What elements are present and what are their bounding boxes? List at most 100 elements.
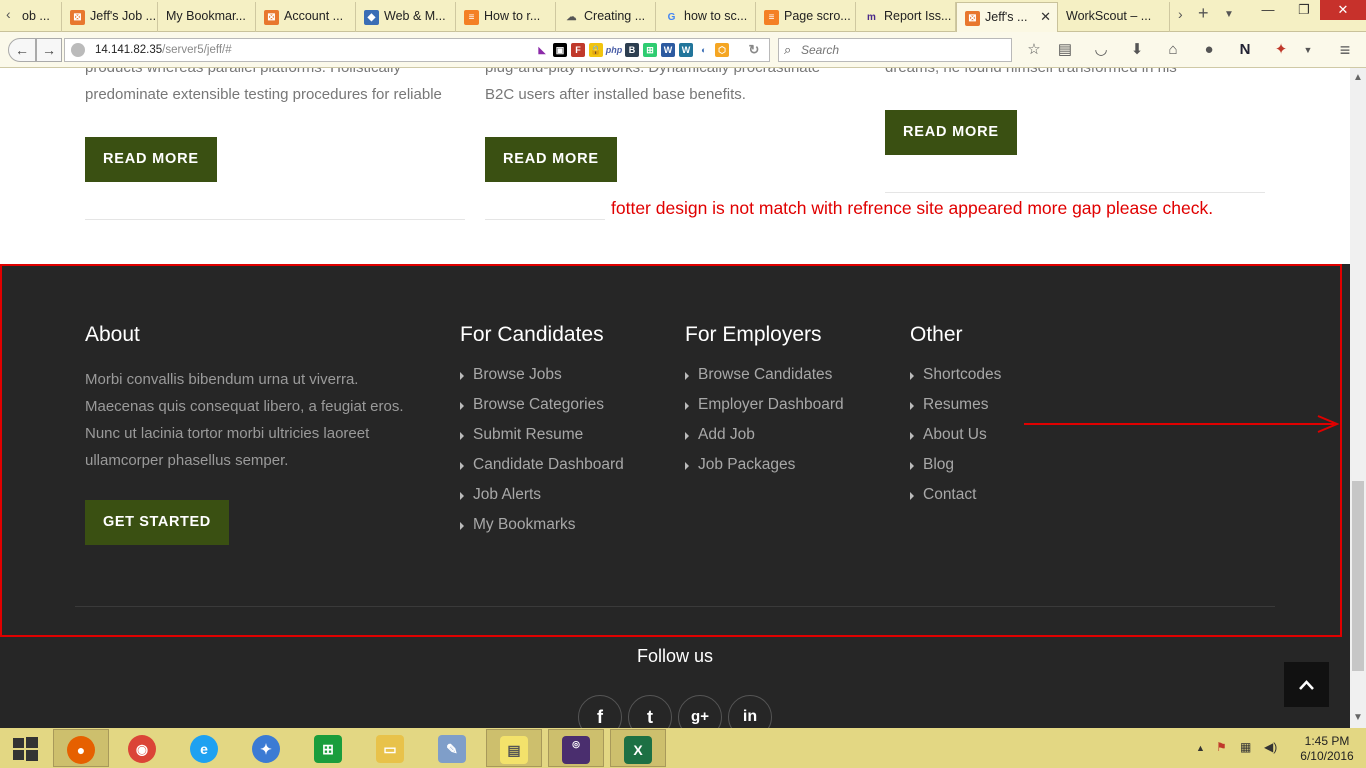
wordpress-icon[interactable]: W xyxy=(679,43,693,57)
tab-list-icon[interactable]: ▼ xyxy=(1224,9,1234,20)
chat-icon[interactable]: ● xyxy=(1199,40,1219,60)
site-info-icon[interactable] xyxy=(71,43,85,57)
excel-taskbar-app[interactable]: X xyxy=(610,729,666,767)
tab-label: Page scro... xyxy=(784,9,851,23)
action-center-icon[interactable]: ⚑ xyxy=(1216,740,1227,754)
addon-icon[interactable]: ⬡ xyxy=(715,43,729,57)
back-to-top-button[interactable] xyxy=(1284,662,1329,707)
divider xyxy=(885,192,1265,193)
tab-4[interactable]: ◆ Web & M... xyxy=(356,2,456,32)
windows-taskbar: ● ◉ e ✦ ⊞ ▭ ✎ ▤ ◎ X ▲ ⚑ ▦ ◀) 1:45 PM 6/1… xyxy=(0,728,1366,768)
excel-icon: X xyxy=(624,736,652,764)
paint-taskbar-app[interactable]: ✎ xyxy=(424,729,480,767)
eclipse-taskbar-app[interactable]: ◎ xyxy=(548,729,604,767)
firefox-taskbar-app[interactable]: ● xyxy=(53,729,109,767)
store-taskbar-app[interactable]: ⊞ xyxy=(300,729,356,767)
address-bar[interactable]: 14.141.82.35/server5/jeff/# ◣ ▣ F 🔒 php … xyxy=(64,38,770,62)
chrome-icon: ◉ xyxy=(128,735,156,763)
scrollbar-thumb[interactable] xyxy=(1352,481,1364,671)
sticky-notes-icon: ▤ xyxy=(500,736,528,764)
start-button[interactable] xyxy=(0,729,50,767)
addon-icon[interactable]: ▣ xyxy=(553,43,567,57)
search-box[interactable]: ⌕ xyxy=(778,38,1012,62)
windows-logo-icon xyxy=(13,737,38,761)
addon-n-icon[interactable]: N xyxy=(1235,40,1255,60)
safari-taskbar-app[interactable]: ✦ xyxy=(238,729,294,767)
bookmark-star-icon[interactable]: ☆ xyxy=(1024,40,1044,60)
sticky-notes-taskbar-app[interactable]: ▤ xyxy=(486,729,542,767)
vertical-scrollbar[interactable]: ▲ ▼ xyxy=(1350,68,1366,728)
ie-taskbar-app[interactable]: e xyxy=(176,729,232,767)
tab-label: How to r... xyxy=(484,9,541,23)
menu-icon[interactable]: ≡ xyxy=(1335,40,1355,60)
volume-icon[interactable]: ◀) xyxy=(1264,740,1277,754)
tab-label: Web & M... xyxy=(384,9,446,23)
scroll-tabs-right-icon[interactable]: › xyxy=(1178,6,1183,22)
reload-icon[interactable]: ↻ xyxy=(747,43,761,57)
tab-7[interactable]: Ghow to sc... xyxy=(656,2,756,32)
new-tab-icon[interactable]: + xyxy=(1198,3,1209,24)
read-more-button[interactable]: READ MORE xyxy=(85,137,217,182)
review-annotation: fotter design is not match with refrence… xyxy=(611,198,1214,218)
system-clock[interactable]: 1:45 PM 6/10/2016 xyxy=(1292,734,1362,764)
divider xyxy=(85,219,465,220)
tab-11[interactable]: WorkScout – ... xyxy=(1058,2,1170,32)
addon-icon[interactable]: ◣ xyxy=(535,43,549,57)
explorer-taskbar-app[interactable]: ▭ xyxy=(362,729,418,767)
lock-icon[interactable]: 🔒 xyxy=(589,43,603,57)
blog-excerpt-1: products whereas parallel platforms. Hol… xyxy=(85,68,442,103)
stack-icon: ≡ xyxy=(464,10,479,25)
search-input[interactable] xyxy=(801,41,1001,59)
addon-icon[interactable]: B xyxy=(625,43,639,57)
tab-label: Report Iss... xyxy=(884,9,952,23)
scroll-down-icon[interactable]: ▼ xyxy=(1353,712,1363,723)
minimize-icon[interactable]: — xyxy=(1250,0,1286,20)
read-more-button[interactable]: READ MORE xyxy=(885,110,1017,155)
cloud-icon: ☁ xyxy=(566,12,577,23)
tab-5[interactable]: ≡ How to r... xyxy=(456,2,556,32)
divider xyxy=(485,219,605,220)
blog-excerpt-3: dreams, he found himself transformed in … xyxy=(885,68,1265,81)
tab-6[interactable]: ☁ Creating ... xyxy=(556,2,656,32)
addon-icon[interactable]: ◐ xyxy=(697,43,711,57)
read-more-button[interactable]: READ MORE xyxy=(485,137,617,182)
home-icon[interactable]: ⌂ xyxy=(1163,40,1183,60)
back-button[interactable]: ← xyxy=(8,38,36,62)
addon-icon[interactable]: W xyxy=(661,43,675,57)
php-icon[interactable]: php xyxy=(605,43,623,57)
tab-3[interactable]: ⊠ Account ... xyxy=(256,2,356,32)
search-icon: ⌕ xyxy=(784,42,792,57)
tab-8[interactable]: ≡ Page scro... xyxy=(756,2,856,32)
windows-icon[interactable]: ⊞ xyxy=(643,43,657,57)
pocket-icon[interactable]: ◡ xyxy=(1091,40,1111,60)
chrome-taskbar-app[interactable]: ◉ xyxy=(114,729,170,767)
navigation-toolbar: ← → 14.141.82.35/server5/jeff/# ◣ ▣ F 🔒 … xyxy=(0,32,1366,68)
scroll-tabs-left-icon[interactable]: ‹ xyxy=(6,6,11,22)
addon-icon[interactable]: ✦ xyxy=(1271,40,1291,60)
folder-icon: ▭ xyxy=(376,735,404,763)
follow-us-heading: Follow us xyxy=(636,646,714,666)
reading-list-icon[interactable]: ▤ xyxy=(1055,40,1075,60)
browser-tab-bar: ‹ ob ... ⊠ Jeff's Job ... My Bookmar... ⊠… xyxy=(0,0,1366,32)
annotation-highlight-box xyxy=(0,264,1342,637)
tab-9[interactable]: m Report Iss... xyxy=(856,2,956,32)
chevron-up-icon xyxy=(1299,680,1314,690)
scroll-up-icon[interactable]: ▲ xyxy=(1353,72,1363,83)
tab-active[interactable]: ⊠ Jeff's ... ✕ xyxy=(956,2,1058,32)
show-hidden-icons-icon[interactable]: ▲ xyxy=(1196,743,1205,753)
tab-0[interactable]: ob ... xyxy=(14,2,62,32)
tab-label: My Bookmar... xyxy=(166,9,246,23)
addon-icon[interactable]: F xyxy=(571,43,585,57)
tab-label: Creating ... xyxy=(584,9,646,23)
tab-label: WorkScout – ... xyxy=(1066,9,1152,23)
tab-2[interactable]: My Bookmar... xyxy=(158,2,256,32)
network-icon[interactable]: ▦ xyxy=(1240,740,1251,754)
close-window-icon[interactable]: ✕ xyxy=(1320,0,1366,20)
dropdown-icon[interactable]: ▼ xyxy=(1298,40,1318,60)
tab-1[interactable]: ⊠ Jeff's Job ... xyxy=(62,2,158,32)
forward-button[interactable]: → xyxy=(36,38,62,62)
clock-date: 6/10/2016 xyxy=(1300,749,1354,763)
close-tab-icon[interactable]: ✕ xyxy=(1040,9,1051,25)
download-icon[interactable]: ⬇ xyxy=(1127,40,1147,60)
restore-icon[interactable]: ❐ xyxy=(1286,0,1322,20)
